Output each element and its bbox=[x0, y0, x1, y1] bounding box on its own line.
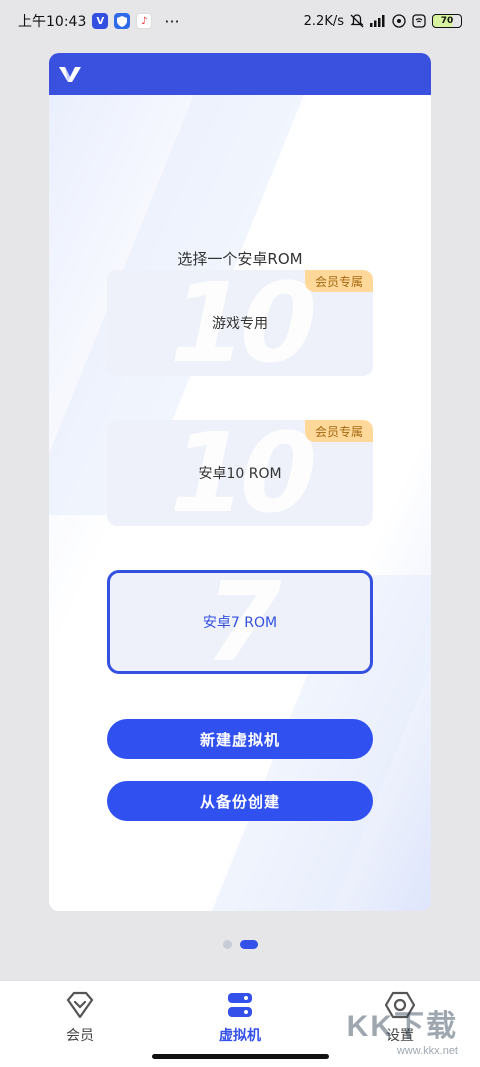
wifi-icon bbox=[412, 14, 426, 28]
status-bar: 上午10:43 V ♪ ··· 2.2K/s 70 bbox=[0, 0, 480, 42]
shield-app-icon bbox=[114, 13, 131, 29]
rom-option-android-7[interactable]: 7 安卓7 ROM bbox=[107, 570, 373, 674]
page-dot-active[interactable] bbox=[239, 940, 258, 949]
watermark-url: www.kkx.net bbox=[396, 1045, 458, 1057]
vmos-logo-icon bbox=[59, 67, 81, 82]
diamond-icon bbox=[66, 991, 94, 1019]
nav-label: 虚拟机 bbox=[219, 1028, 261, 1044]
rom-selection-card: 选择一个安卓ROM 10 游戏专用 会员专属 10 安卓10 ROM 会员专属 … bbox=[49, 53, 431, 911]
status-time: 上午10:43 bbox=[18, 14, 87, 30]
card-header bbox=[49, 53, 431, 95]
rom-option-label: 安卓7 ROM bbox=[202, 615, 278, 631]
battery-indicator: 70 bbox=[432, 14, 462, 28]
vip-badge: 会员专属 bbox=[304, 270, 373, 292]
watermark-text: KK下载 bbox=[346, 1010, 458, 1043]
rom-option-android-10[interactable]: 10 安卓10 ROM 会员专属 bbox=[107, 420, 373, 526]
tiktok-app-icon: ♪ bbox=[136, 13, 153, 29]
vmos-app-icon: V bbox=[92, 13, 109, 29]
more-notifications-icon: ··· bbox=[164, 11, 180, 31]
nav-label: 会员 bbox=[66, 1028, 94, 1044]
page-indicator bbox=[0, 940, 480, 949]
hotspot-icon bbox=[392, 14, 406, 28]
card-body: 选择一个安卓ROM 10 游戏专用 会员专属 10 安卓10 ROM 会员专属 … bbox=[49, 95, 431, 911]
rom-option-label: 游戏专用 bbox=[212, 316, 268, 332]
watermark: KK下载 www.kkx.net bbox=[347, 1001, 458, 1057]
server-icon bbox=[228, 993, 252, 1017]
page-dot[interactable] bbox=[222, 940, 232, 949]
vip-badge: 会员专属 bbox=[304, 420, 373, 442]
rom-option-label: 安卓10 ROM bbox=[198, 466, 282, 482]
network-speed: 2.2K/s bbox=[303, 13, 344, 29]
create-from-backup-button[interactable]: 从备份创建 bbox=[107, 781, 373, 821]
nav-item-membership[interactable]: 会员 bbox=[0, 981, 160, 1067]
rom-option-gaming[interactable]: 10 游戏专用 会员专属 bbox=[107, 270, 373, 376]
signal-icon bbox=[370, 15, 385, 27]
mute-bell-icon bbox=[350, 14, 364, 28]
create-vm-button[interactable]: 新建虚拟机 bbox=[107, 719, 373, 759]
choose-rom-title: 选择一个安卓ROM bbox=[177, 250, 303, 268]
home-indicator[interactable] bbox=[152, 1054, 329, 1059]
